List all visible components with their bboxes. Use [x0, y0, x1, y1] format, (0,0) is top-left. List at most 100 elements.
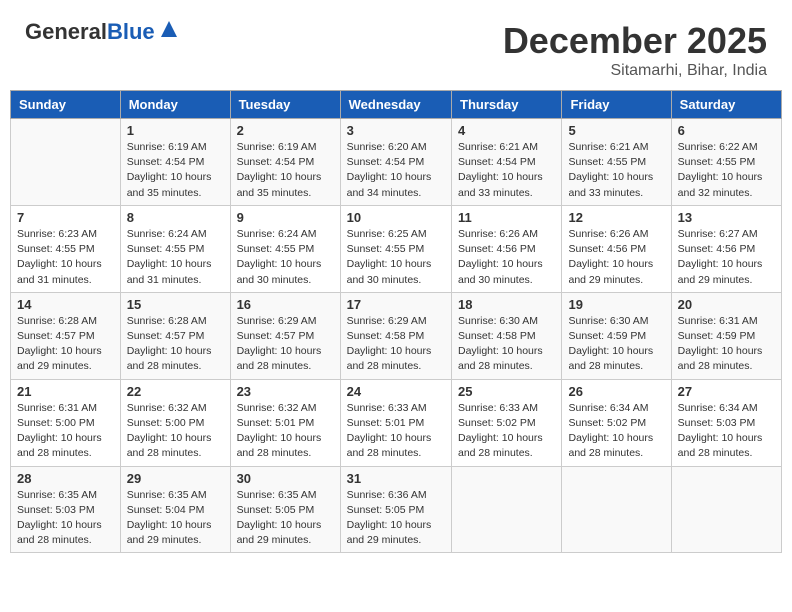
month-title: December 2025: [503, 20, 767, 62]
day-number: 29: [127, 471, 224, 486]
day-number: 11: [458, 210, 555, 225]
calendar-cell: 31 Sunrise: 6:36 AM Sunset: 5:05 PM Dayli…: [340, 466, 451, 553]
calendar-cell: 4 Sunrise: 6:21 AM Sunset: 4:54 PM Daylig…: [452, 119, 562, 206]
cell-info: Sunrise: 6:20 AM Sunset: 4:54 PM Dayligh…: [347, 140, 445, 201]
day-number: 19: [568, 297, 664, 312]
calendar-cell: 30Sunrise: 6:35 AM Sunset: 5:05 PM Dayli…: [230, 466, 340, 553]
calendar-cell: 2Sunrise: 6:19 AM Sunset: 4:54 PM Daylig…: [230, 119, 340, 206]
calendar-cell: 3 Sunrise: 6:20 AM Sunset: 4:54 PM Daylig…: [340, 119, 451, 206]
day-number: 23: [237, 384, 334, 399]
calendar-cell: [671, 466, 781, 553]
logo-general: General: [25, 19, 107, 44]
title-section: December 2025 Sitamarhi, Bihar, India: [503, 20, 767, 80]
calendar-cell: [11, 119, 121, 206]
cell-info: Sunrise: 6:34 AM Sunset: 5:03 PM Dayligh…: [678, 401, 775, 462]
day-number: 7: [17, 210, 114, 225]
day-number: 6: [678, 123, 775, 138]
header-sunday: Sunday: [11, 91, 121, 119]
calendar-cell: 10 Sunrise: 6:25 AM Sunset: 4:55 PM Dayli…: [340, 205, 451, 292]
calendar-cell: 7 Sunrise: 6:23 AM Sunset: 4:55 PM Daylig…: [11, 205, 121, 292]
calendar-cell: 1 Sunrise: 6:19 AM Sunset: 4:54 PM Daylig…: [120, 119, 230, 206]
day-number: 25: [458, 384, 555, 399]
day-number: 24: [347, 384, 445, 399]
calendar-cell: 12Sunrise: 6:26 AM Sunset: 4:56 PM Dayli…: [562, 205, 671, 292]
cell-info: Sunrise: 6:24 AM Sunset: 4:55 PM Dayligh…: [127, 227, 224, 288]
day-number: 21: [17, 384, 114, 399]
header-monday: Monday: [120, 91, 230, 119]
cell-info: Sunrise: 6:35 AM Sunset: 5:04 PM Dayligh…: [127, 488, 224, 549]
cell-info: Sunrise: 6:36 AM Sunset: 5:05 PM Dayligh…: [347, 488, 445, 549]
calendar-cell: 19 Sunrise: 6:30 AM Sunset: 4:59 PM Dayli…: [562, 292, 671, 379]
calendar-cell: [452, 466, 562, 553]
day-number: 27: [678, 384, 775, 399]
calendar-week-row: 21 Sunrise: 6:31 AM Sunset: 5:00 PM Dayli…: [11, 379, 782, 466]
calendar-cell: 24Sunrise: 6:33 AM Sunset: 5:01 PM Dayli…: [340, 379, 451, 466]
day-number: 26: [568, 384, 664, 399]
cell-info: Sunrise: 6:32 AM Sunset: 5:01 PM Dayligh…: [237, 401, 334, 462]
day-number: 18: [458, 297, 555, 312]
day-number: 17: [347, 297, 445, 312]
day-number: 15: [127, 297, 224, 312]
calendar-cell: 15 Sunrise: 6:28 AM Sunset: 4:57 PM Dayli…: [120, 292, 230, 379]
logo: GeneralBlue: [25, 20, 179, 44]
day-number: 4: [458, 123, 555, 138]
header-saturday: Saturday: [671, 91, 781, 119]
calendar-cell: 20 Sunrise: 6:31 AM Sunset: 4:59 PM Dayli…: [671, 292, 781, 379]
day-number: 9: [237, 210, 334, 225]
cell-info: Sunrise: 6:34 AM Sunset: 5:02 PM Dayligh…: [568, 401, 664, 462]
day-number: 10: [347, 210, 445, 225]
day-number: 14: [17, 297, 114, 312]
day-number: 30: [237, 471, 334, 486]
cell-info: Sunrise: 6:31 AM Sunset: 5:00 PM Dayligh…: [17, 401, 114, 462]
calendar-cell: 26 Sunrise: 6:34 AM Sunset: 5:02 PM Dayli…: [562, 379, 671, 466]
calendar-cell: 8 Sunrise: 6:24 AM Sunset: 4:55 PM Daylig…: [120, 205, 230, 292]
cell-info: Sunrise: 6:35 AM Sunset: 5:03 PM Dayligh…: [17, 488, 114, 549]
logo-blue: Blue: [107, 19, 155, 44]
cell-info: Sunrise: 6:21 AM Sunset: 4:54 PM Dayligh…: [458, 140, 555, 201]
calendar-cell: 21 Sunrise: 6:31 AM Sunset: 5:00 PM Dayli…: [11, 379, 121, 466]
header-wednesday: Wednesday: [340, 91, 451, 119]
day-number: 5: [568, 123, 664, 138]
header-tuesday: Tuesday: [230, 91, 340, 119]
cell-info: Sunrise: 6:31 AM Sunset: 4:59 PM Dayligh…: [678, 314, 775, 375]
cell-info: Sunrise: 6:23 AM Sunset: 4:55 PM Dayligh…: [17, 227, 114, 288]
day-number: 2: [237, 123, 334, 138]
day-number: 13: [678, 210, 775, 225]
cell-info: Sunrise: 6:28 AM Sunset: 4:57 PM Dayligh…: [17, 314, 114, 375]
cell-info: Sunrise: 6:32 AM Sunset: 5:00 PM Dayligh…: [127, 401, 224, 462]
calendar-cell: 13Sunrise: 6:27 AM Sunset: 4:56 PM Dayli…: [671, 205, 781, 292]
day-number: 12: [568, 210, 664, 225]
day-number: 20: [678, 297, 775, 312]
cell-info: Sunrise: 6:30 AM Sunset: 4:58 PM Dayligh…: [458, 314, 555, 375]
calendar-cell: 27 Sunrise: 6:34 AM Sunset: 5:03 PM Dayli…: [671, 379, 781, 466]
cell-info: Sunrise: 6:28 AM Sunset: 4:57 PM Dayligh…: [127, 314, 224, 375]
cell-info: Sunrise: 6:29 AM Sunset: 4:57 PM Dayligh…: [237, 314, 334, 375]
calendar-cell: [562, 466, 671, 553]
logo-arrow-icon: [157, 19, 179, 41]
calendar-cell: 9 Sunrise: 6:24 AM Sunset: 4:55 PM Daylig…: [230, 205, 340, 292]
day-number: 3: [347, 123, 445, 138]
calendar-cell: 22 Sunrise: 6:32 AM Sunset: 5:00 PM Dayli…: [120, 379, 230, 466]
calendar-cell: 23 Sunrise: 6:32 AM Sunset: 5:01 PM Dayli…: [230, 379, 340, 466]
calendar-cell: 11 Sunrise: 6:26 AM Sunset: 4:56 PM Dayli…: [452, 205, 562, 292]
cell-info: Sunrise: 6:29 AM Sunset: 4:58 PM Dayligh…: [347, 314, 445, 375]
calendar-week-row: 7 Sunrise: 6:23 AM Sunset: 4:55 PM Daylig…: [11, 205, 782, 292]
cell-info: Sunrise: 6:30 AM Sunset: 4:59 PM Dayligh…: [568, 314, 664, 375]
location-subtitle: Sitamarhi, Bihar, India: [503, 62, 767, 80]
day-number: 1: [127, 123, 224, 138]
cell-info: Sunrise: 6:33 AM Sunset: 5:02 PM Dayligh…: [458, 401, 555, 462]
calendar-header-row: SundayMondayTuesdayWednesdayThursdayFrid…: [11, 91, 782, 119]
cell-info: Sunrise: 6:26 AM Sunset: 4:56 PM Dayligh…: [458, 227, 555, 288]
calendar-cell: 5Sunrise: 6:21 AM Sunset: 4:55 PM Daylig…: [562, 119, 671, 206]
cell-info: Sunrise: 6:25 AM Sunset: 4:55 PM Dayligh…: [347, 227, 445, 288]
calendar-cell: 28Sunrise: 6:35 AM Sunset: 5:03 PM Dayli…: [11, 466, 121, 553]
logo-text: GeneralBlue: [25, 20, 155, 44]
day-number: 8: [127, 210, 224, 225]
day-number: 22: [127, 384, 224, 399]
cell-info: Sunrise: 6:24 AM Sunset: 4:55 PM Dayligh…: [237, 227, 334, 288]
cell-info: Sunrise: 6:22 AM Sunset: 4:55 PM Dayligh…: [678, 140, 775, 201]
calendar-cell: 16Sunrise: 6:29 AM Sunset: 4:57 PM Dayli…: [230, 292, 340, 379]
day-number: 31: [347, 471, 445, 486]
calendar-cell: 17 Sunrise: 6:29 AM Sunset: 4:58 PM Dayli…: [340, 292, 451, 379]
cell-info: Sunrise: 6:19 AM Sunset: 4:54 PM Dayligh…: [127, 140, 224, 201]
